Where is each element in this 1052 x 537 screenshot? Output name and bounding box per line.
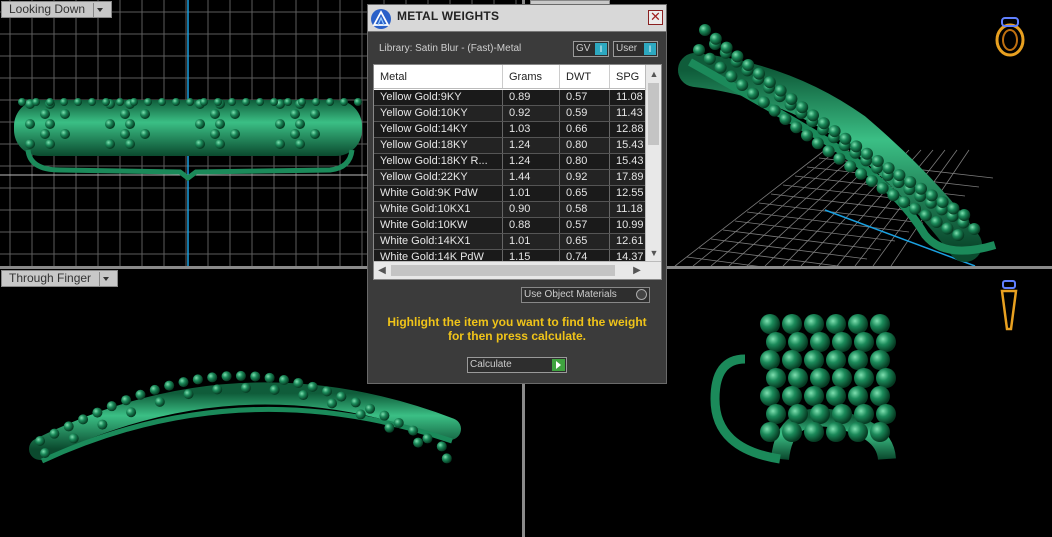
cell-spg: 17.89 <box>610 170 646 185</box>
cell-metal: Yellow Gold:22KY <box>374 170 503 185</box>
ring-orientation-icon[interactable] <box>992 14 1028 58</box>
cell-grams: 0.92 <box>503 106 560 121</box>
table-row[interactable]: White Gold:9K PdW 1.01 0.65 12.55 <box>374 186 646 202</box>
table-row[interactable]: White Gold:10KX1 0.90 0.58 11.18 <box>374 202 646 218</box>
cell-metal: Yellow Gold:14KY <box>374 122 503 137</box>
cell-dwt: 0.92 <box>560 170 610 185</box>
table-row[interactable]: Yellow Gold:9KY 0.89 0.57 11.08 <box>374 90 646 106</box>
cell-metal: Yellow Gold:18KY <box>374 138 503 153</box>
instruction-line-1: Highlight the item you want to find the … <box>387 315 647 329</box>
viewport-label-through-finger[interactable]: Through Finger <box>1 270 119 287</box>
gv-toggle[interactable]: GV I <box>573 41 609 57</box>
calculate-label: Calculate <box>470 359 512 370</box>
cell-metal: White Gold:14KX1 <box>374 234 503 249</box>
vertical-scrollbar[interactable]: ▲ ▼ <box>645 65 661 262</box>
dialog-titlebar[interactable]: METAL WEIGHTS ✕ <box>368 5 666 32</box>
cell-dwt: 0.80 <box>560 138 610 153</box>
user-label: User <box>616 43 638 54</box>
cell-spg: 12.55 <box>610 186 646 201</box>
app-logo-icon <box>371 9 391 29</box>
cell-grams: 1.01 <box>503 186 560 201</box>
viewport-title: Looking Down <box>9 2 86 16</box>
cell-metal: White Gold:10KW <box>374 218 503 233</box>
close-button[interactable]: ✕ <box>648 10 663 25</box>
library-label: Library: Satin Blur - (Fast)-Metal <box>379 43 522 54</box>
scrollbar-thumb[interactable] <box>391 265 615 276</box>
chevron-down-icon[interactable] <box>99 271 111 286</box>
cell-spg: 10.99 <box>610 218 646 233</box>
instruction-text: Highlight the item you want to find the … <box>368 315 666 343</box>
cell-spg: 12.88 <box>610 122 646 137</box>
scrollbar-thumb[interactable] <box>648 83 659 145</box>
cell-dwt: 0.57 <box>560 90 610 105</box>
cell-grams: 1.44 <box>503 170 560 185</box>
use-object-materials-label: Use Object Materials <box>524 289 617 300</box>
cell-metal: Yellow Gold:9KY <box>374 90 503 105</box>
instruction-line-2: for then press calculate. <box>447 329 587 343</box>
dialog-title: METAL WEIGHTS <box>397 9 500 23</box>
horizontal-scrollbar[interactable]: ◀ ▶ <box>374 261 661 279</box>
use-object-materials-option[interactable]: Use Object Materials <box>521 287 650 303</box>
cell-dwt: 0.59 <box>560 106 610 121</box>
cell-spg: 11.08 <box>610 90 646 105</box>
toggle-icon: I <box>595 43 607 55</box>
table-row[interactable]: White Gold:10KW 0.88 0.57 10.99 <box>374 218 646 234</box>
cell-dwt: 0.66 <box>560 122 610 137</box>
cell-dwt: 0.58 <box>560 202 610 217</box>
cell-spg: 11.43 <box>610 106 646 121</box>
table-header: Metal Grams DWT SPG <box>374 65 646 89</box>
cell-spg: 12.61 <box>610 234 646 249</box>
close-icon: ✕ <box>650 9 661 24</box>
user-toggle[interactable]: User I <box>613 41 658 57</box>
play-icon <box>552 359 565 371</box>
column-header-spg[interactable]: SPG <box>610 65 646 88</box>
cell-grams: 1.03 <box>503 122 560 137</box>
table-row[interactable]: Yellow Gold:14KY 1.03 0.66 12.88 <box>374 122 646 138</box>
viewport-label-looking-down[interactable]: Looking Down <box>1 1 113 18</box>
cell-grams: 0.89 <box>503 90 560 105</box>
cell-spg: 15.43 <box>610 154 646 169</box>
cell-spg: 11.18 <box>610 202 646 217</box>
table-row[interactable]: Yellow Gold:18KY 1.24 0.80 15.43 <box>374 138 646 154</box>
scroll-right-icon[interactable]: ▶ <box>629 262 645 279</box>
cell-metal: Yellow Gold:18KY R... <box>374 154 503 169</box>
table-body: Yellow Gold:9KY 0.89 0.57 11.08 Yellow Gold:… <box>374 90 646 262</box>
cell-grams: 1.24 <box>503 138 560 153</box>
cell-grams: 0.90 <box>503 202 560 217</box>
scroll-up-icon[interactable]: ▲ <box>646 66 661 82</box>
cell-grams: 0.88 <box>503 218 560 233</box>
table-row[interactable]: White Gold:14KX1 1.01 0.65 12.61 <box>374 234 646 250</box>
table-row[interactable]: Yellow Gold:10KY 0.92 0.59 11.43 <box>374 106 646 122</box>
radio-icon[interactable] <box>636 289 647 300</box>
scroll-left-icon[interactable]: ◀ <box>374 262 390 279</box>
viewport-title: Through Finger <box>9 271 92 285</box>
toggle-icon: I <box>644 43 656 55</box>
metal-weights-table[interactable]: Metal Grams DWT SPG Yellow Gold:9KY 0.89 0… <box>373 64 662 280</box>
cell-spg: 15.43 <box>610 138 646 153</box>
cell-grams: 1.01 <box>503 234 560 249</box>
gv-label: GV <box>576 43 591 54</box>
cell-dwt: 0.65 <box>560 186 610 201</box>
table-row[interactable]: Yellow Gold:22KY 1.44 0.92 17.89 <box>374 170 646 186</box>
cell-grams: 1.24 <box>503 154 560 169</box>
cell-dwt: 0.57 <box>560 218 610 233</box>
calculate-button[interactable]: Calculate <box>467 357 567 373</box>
column-header-dwt[interactable]: DWT <box>560 65 610 88</box>
cell-metal: Yellow Gold:10KY <box>374 106 503 121</box>
metal-weights-dialog: METAL WEIGHTS ✕ Library: Satin Blur - (F… <box>367 4 667 384</box>
table-row[interactable]: Yellow Gold:18KY R... 1.24 0.80 15.43 <box>374 154 646 170</box>
chevron-down-icon[interactable] <box>93 2 105 17</box>
scroll-down-icon[interactable]: ▼ <box>646 245 661 261</box>
cell-metal: White Gold:9K PdW <box>374 186 503 201</box>
side-orientation-icon[interactable] <box>997 279 1021 333</box>
cell-metal: White Gold:10KX1 <box>374 202 503 217</box>
column-header-grams[interactable]: Grams <box>503 65 560 88</box>
cell-dwt: 0.65 <box>560 234 610 249</box>
cell-dwt: 0.80 <box>560 154 610 169</box>
column-header-metal[interactable]: Metal <box>374 65 503 88</box>
